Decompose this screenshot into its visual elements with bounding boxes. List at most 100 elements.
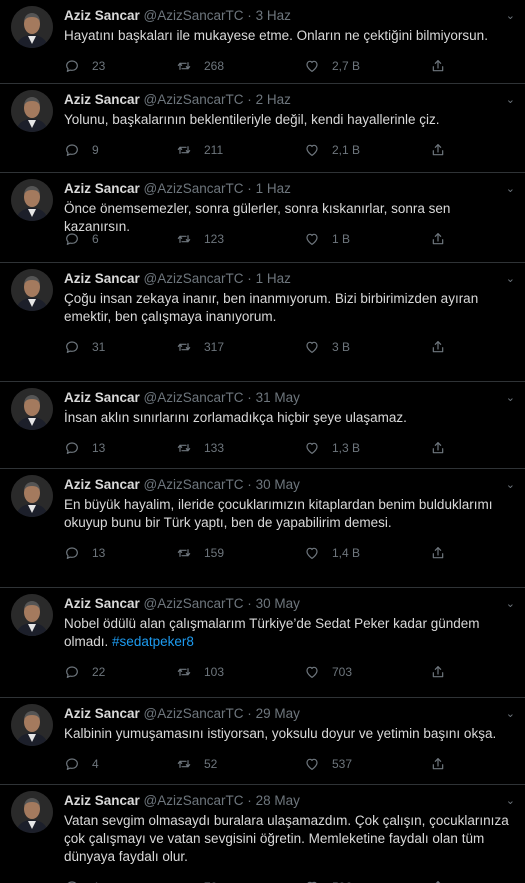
tweet[interactable]: Aziz Sancar @AzizSancarTC · 28 May ⌄ Vatan… xyxy=(0,785,525,883)
hashtag-link[interactable]: #sedatpeker8 xyxy=(112,634,194,649)
retweet-count: 159 xyxy=(204,546,225,560)
avatar[interactable] xyxy=(11,6,53,48)
reply-button[interactable]: 6 xyxy=(64,230,99,248)
reply-button[interactable]: 9 xyxy=(64,141,99,159)
author-name[interactable]: Aziz Sancar xyxy=(64,92,140,107)
tweet-text-line-content: çok çalışmayı ve vatan sevgisini öğretin… xyxy=(64,831,485,846)
share-button[interactable] xyxy=(430,663,446,681)
chevron-down-icon[interactable]: ⌄ xyxy=(506,180,515,198)
author-name[interactable]: Aziz Sancar xyxy=(64,271,140,286)
share-button[interactable] xyxy=(430,57,446,75)
avatar[interactable] xyxy=(11,594,53,636)
share-button[interactable] xyxy=(430,878,446,883)
share-button[interactable] xyxy=(430,141,446,159)
like-button[interactable]: 2,1 B xyxy=(304,141,360,159)
avatar[interactable] xyxy=(11,388,53,430)
reply-count: 31 xyxy=(92,340,106,354)
tweet-date[interactable]: 1 Haz xyxy=(256,181,291,196)
chevron-down-icon[interactable]: ⌄ xyxy=(506,7,515,25)
author-name[interactable]: Aziz Sancar xyxy=(64,8,140,23)
chevron-down-icon[interactable]: ⌄ xyxy=(506,91,515,109)
chevron-down-icon[interactable]: ⌄ xyxy=(506,792,515,810)
tweet-date[interactable]: 30 May xyxy=(256,477,300,492)
tweet[interactable]: Aziz Sancar @AzizSancarTC · 31 May ⌄ İnsan… xyxy=(0,382,525,469)
retweet-button[interactable]: 317 xyxy=(176,338,224,356)
tweet-date[interactable]: 3 Haz xyxy=(256,8,291,23)
author-handle[interactable]: @AzizSancarTC xyxy=(144,793,244,808)
reply-button[interactable]: 31 xyxy=(64,338,105,356)
chevron-down-icon[interactable]: ⌄ xyxy=(506,705,515,723)
tweet[interactable]: Aziz Sancar @AzizSancarTC · 30 May ⌄ En bü… xyxy=(0,469,525,588)
author-name[interactable]: Aziz Sancar xyxy=(64,181,140,196)
chevron-down-icon[interactable]: ⌄ xyxy=(506,476,515,494)
tweet-date[interactable]: 29 May xyxy=(256,706,300,721)
like-button[interactable]: 3 B xyxy=(304,338,350,356)
author-name[interactable]: Aziz Sancar xyxy=(64,390,140,405)
share-button[interactable] xyxy=(430,439,446,457)
reply-button[interactable]: 4 xyxy=(64,878,99,883)
author-name[interactable]: Aziz Sancar xyxy=(64,706,140,721)
like-button[interactable]: 506 xyxy=(304,878,352,883)
avatar[interactable] xyxy=(11,475,53,517)
chevron-down-icon[interactable]: ⌄ xyxy=(506,389,515,407)
share-button[interactable] xyxy=(430,755,446,773)
retweet-button[interactable]: 70 xyxy=(176,878,217,883)
avatar[interactable] xyxy=(11,90,53,132)
author-handle[interactable]: @AzizSancarTC xyxy=(144,271,244,286)
like-button[interactable]: 1,3 B xyxy=(304,439,360,457)
retweet-button[interactable]: 268 xyxy=(176,57,224,75)
share-button[interactable] xyxy=(430,230,446,248)
retweet-button[interactable]: 211 xyxy=(176,141,223,159)
avatar[interactable] xyxy=(11,269,53,311)
tweet[interactable]: Aziz Sancar @AzizSancarTC · 3 Haz ⌄ Hayatı… xyxy=(0,0,525,84)
retweet-button[interactable]: 52 xyxy=(176,755,217,773)
chevron-down-icon[interactable]: ⌄ xyxy=(506,595,515,613)
reply-count: 9 xyxy=(92,143,99,157)
retweet-icon xyxy=(176,756,192,772)
author-name[interactable]: Aziz Sancar xyxy=(64,793,140,808)
chevron-down-icon[interactable]: ⌄ xyxy=(506,270,515,288)
tweet-date[interactable]: 31 May xyxy=(256,390,300,405)
retweet-button[interactable]: 159 xyxy=(176,544,224,562)
tweet-date[interactable]: 28 May xyxy=(256,793,300,808)
author-name[interactable]: Aziz Sancar xyxy=(64,477,140,492)
reply-button[interactable]: 23 xyxy=(64,57,105,75)
tweet-date[interactable]: 30 May xyxy=(256,596,300,611)
tweet[interactable]: Aziz Sancar @AzizSancarTC · 1 Haz ⌄ Önce ö… xyxy=(0,173,525,263)
reply-button[interactable]: 13 xyxy=(64,439,105,457)
author-handle[interactable]: @AzizSancarTC xyxy=(144,596,244,611)
like-button[interactable]: 2,7 B xyxy=(304,57,360,75)
reply-button[interactable]: 4 xyxy=(64,755,99,773)
like-button[interactable]: 1 B xyxy=(304,230,350,248)
share-button[interactable] xyxy=(430,544,446,562)
like-button[interactable]: 1,4 B xyxy=(304,544,360,562)
author-handle[interactable]: @AzizSancarTC xyxy=(144,477,244,492)
tweet[interactable]: Aziz Sancar @AzizSancarTC · 29 May ⌄ Kalbi… xyxy=(0,698,525,785)
retweet-button[interactable]: 103 xyxy=(176,663,224,681)
avatar[interactable] xyxy=(11,704,53,746)
author-name[interactable]: Aziz Sancar xyxy=(64,596,140,611)
like-button[interactable]: 537 xyxy=(304,755,352,773)
author-handle[interactable]: @AzizSancarTC xyxy=(144,8,244,23)
tweet[interactable]: Aziz Sancar @AzizSancarTC · 30 May ⌄ Nobel… xyxy=(0,588,525,698)
tweet[interactable]: Aziz Sancar @AzizSancarTC · 2 Haz ⌄ Yolunu… xyxy=(0,84,525,173)
share-button[interactable] xyxy=(430,338,446,356)
tweet-actions: 13 133 1,3 B xyxy=(64,439,515,457)
author-handle[interactable]: @AzizSancarTC xyxy=(144,92,244,107)
author-handle[interactable]: @AzizSancarTC xyxy=(144,390,244,405)
author-handle[interactable]: @AzizSancarTC xyxy=(144,706,244,721)
retweet-button[interactable]: 123 xyxy=(176,230,224,248)
avatar[interactable] xyxy=(11,179,53,221)
reply-button[interactable]: 22 xyxy=(64,663,105,681)
tweet-date[interactable]: 2 Haz xyxy=(256,92,291,107)
tweet-actions: 22 103 703 xyxy=(64,663,515,681)
reply-button[interactable]: 13 xyxy=(64,544,105,562)
like-button[interactable]: 703 xyxy=(304,663,352,681)
reply-icon xyxy=(64,58,80,74)
author-handle[interactable]: @AzizSancarTC xyxy=(144,181,244,196)
tweet-date[interactable]: 1 Haz xyxy=(256,271,291,286)
retweet-button[interactable]: 133 xyxy=(176,439,224,457)
reply-icon xyxy=(64,756,80,772)
avatar[interactable] xyxy=(11,791,53,833)
tweet[interactable]: Aziz Sancar @AzizSancarTC · 1 Haz ⌄ Çoğu i… xyxy=(0,263,525,382)
